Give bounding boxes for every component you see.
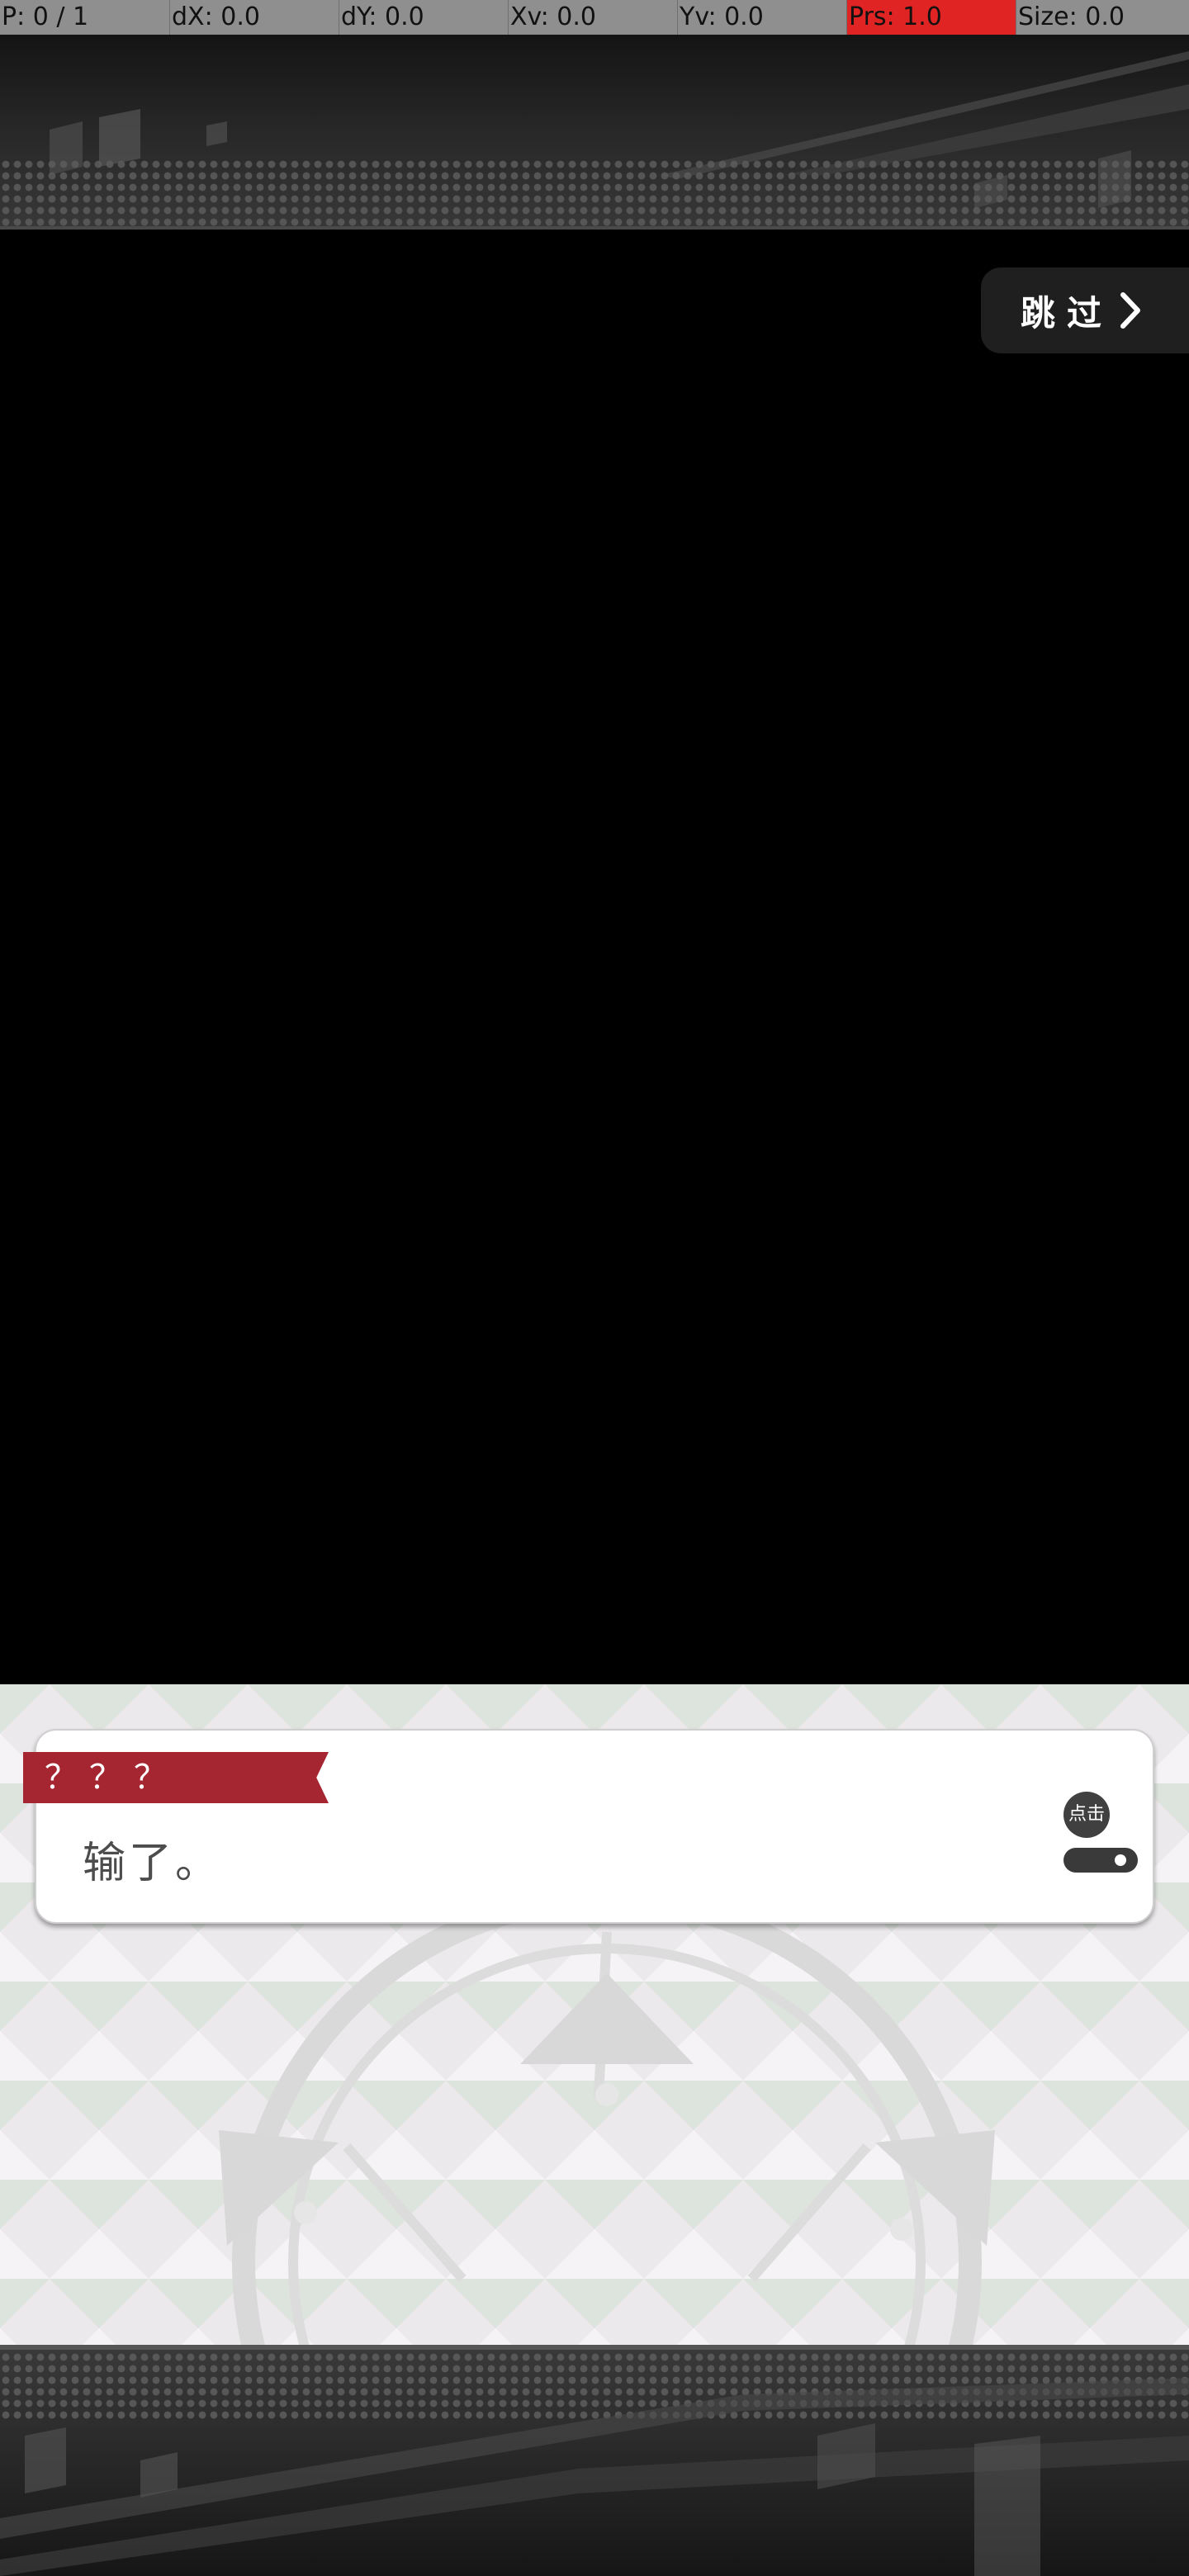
key-icon-dot <box>1115 1854 1126 1866</box>
debug-yv: Yv: 0.0 <box>677 0 846 35</box>
debug-dx: dX: 0.0 <box>169 0 339 35</box>
story-stage[interactable] <box>0 230 1189 1684</box>
dialog-text: 输了。 <box>83 1839 222 1888</box>
tap-hint-badge: 点击 <box>1063 1792 1110 1838</box>
debug-pressure: Prs: 1.0 <box>846 0 1016 35</box>
top-decorative-banner <box>0 35 1189 230</box>
speaker-name: ？？？ <box>45 1759 178 1797</box>
skip-button-label: 跳过 <box>1021 292 1114 334</box>
skip-button[interactable]: 跳过 <box>981 268 1189 353</box>
chevron-right-icon <box>1120 292 1141 329</box>
debug-dy: dY: 0.0 <box>339 0 508 35</box>
debug-status-bar: P: 0 / 1 dX: 0.0 dY: 0.0 Xv: 0.0 Yv: 0.0… <box>0 0 1189 35</box>
debug-size: Size: 0.0 <box>1016 0 1189 35</box>
debug-pointer-count: P: 0 / 1 <box>2 2 89 31</box>
tap-to-continue-indicator[interactable]: 点击 <box>1057 1790 1144 1876</box>
top-banner-halftone <box>0 159 1189 226</box>
bottom-banner-stripes <box>0 2378 1189 2576</box>
debug-xv: Xv: 0.0 <box>508 0 677 35</box>
key-icon <box>1063 1848 1138 1873</box>
bottom-decorative-banner <box>0 2345 1189 2576</box>
